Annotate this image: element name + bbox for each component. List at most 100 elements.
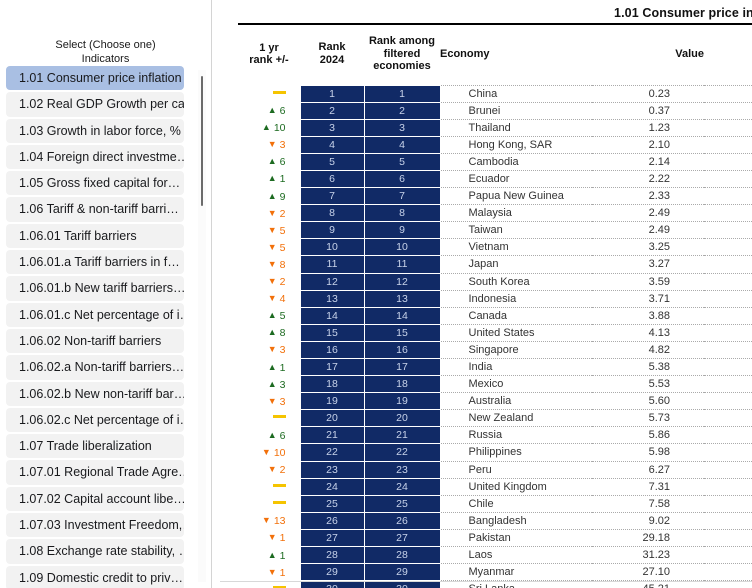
table-row[interactable]: ▼31919Australia5.6080.94 xyxy=(238,392,752,411)
rank-filtered-cell: 14 xyxy=(363,306,441,325)
page-title: 1.01 Consumer price inflation xyxy=(614,6,752,20)
table-row[interactable]: ▼599Taiwan2.4991.96 xyxy=(238,221,752,240)
column-header-rank-filtered[interactable]: Rank among filtered economies xyxy=(364,25,440,85)
table-row[interactable]: ▲655Cambodia2.1493.20 xyxy=(238,152,752,171)
table-row[interactable]: ▲622Brunei0.3799.50 xyxy=(238,101,752,120)
sidebar-item-0[interactable]: 1.01 Consumer price inflation xyxy=(6,66,184,91)
column-header-rank-change[interactable]: 1 yr rank +/- xyxy=(238,25,300,85)
column-header-rank-2024[interactable]: Rank 2024 xyxy=(300,25,364,85)
table-row[interactable]: ▼132626Bangladesh9.0268.80 xyxy=(238,511,752,530)
sidebar-item-12[interactable]: 1.06.02.b New non-tariff bar… xyxy=(6,381,184,406)
col-rank-line2: 2024 xyxy=(319,53,345,66)
col-rank-line1: Rank xyxy=(318,41,346,54)
rank-unchanged-icon xyxy=(272,483,286,487)
rank-2024-cell: 22 xyxy=(299,443,365,462)
rank-change-value: 3 xyxy=(279,378,286,391)
rank-change-cell xyxy=(238,478,300,495)
economy-cell: India xyxy=(440,357,592,377)
rank-filtered-cell: 12 xyxy=(363,272,441,291)
table-row[interactable]: ▲1033Thailand1.2396.45 xyxy=(238,118,752,137)
rank-change-value: 3 xyxy=(279,395,286,408)
sidebar-item-13[interactable]: 1.06.02.c Net percentage of i… xyxy=(6,407,184,433)
table-row[interactable]: ▼41313Indonesia3.7187.63 xyxy=(238,289,752,308)
table-row[interactable]: ▼344Hong Kong, SAR2.1093.36 xyxy=(238,135,752,154)
table-row[interactable]: ▼102222Philippines5.9879.58 xyxy=(238,443,752,462)
rank-filtered-cell: 18 xyxy=(363,375,441,394)
column-header-score[interactable]: Score xyxy=(704,25,752,85)
rank-change-value: 9 xyxy=(279,190,286,203)
table-row[interactable]: ▼12929Myanmar27.104.58 xyxy=(238,563,752,582)
score-cell: 73.88 xyxy=(704,494,752,513)
column-header-value[interactable]: Value xyxy=(592,25,704,85)
rank-filtered-cell: 7 xyxy=(363,187,441,206)
value-cell: 7.58 xyxy=(592,494,704,513)
value-cell: 1.23 xyxy=(592,118,704,137)
table-row[interactable]: ▼12727Pakistan29.185.55 xyxy=(238,528,752,548)
rank-up-arrow-icon: ▲ xyxy=(261,122,271,133)
table-row[interactable]: ▼288Malaysia2.4991.97 xyxy=(238,204,752,223)
column-header-economy[interactable]: Economy xyxy=(440,25,592,85)
rank-2024-cell: 29 xyxy=(299,563,365,582)
rank-2024-cell: 11 xyxy=(299,255,365,274)
table-row[interactable]: ▲11717India5.3881.72 xyxy=(238,357,752,377)
sidebar-item-3[interactable]: 1.04 Foreign direct investme… xyxy=(6,144,184,170)
table-row[interactable]: ▼51010Vietnam3.2589.26 xyxy=(238,238,752,257)
rank-change-cell: ▼ 2 xyxy=(238,205,300,222)
value-cell: 5.98 xyxy=(592,443,704,462)
rank-up-arrow-icon: ▲ xyxy=(267,361,277,372)
rank-up-arrow-icon: ▲ xyxy=(267,310,277,321)
rank-change-cell: ▼ 3 xyxy=(238,136,300,153)
sidebar-item-10[interactable]: 1.06.02 Non-tariff barriers xyxy=(6,328,184,354)
rank-change-cell: ▼ 2 xyxy=(238,461,300,478)
table-row[interactable]: ▼22323Peru6.2778.55 xyxy=(238,460,752,479)
rank-filtered-cell: 24 xyxy=(363,477,441,496)
sidebar-item-11[interactable]: 1.06.02.a Non-tariff barriers… xyxy=(6,355,184,380)
table-row[interactable]: ▲166Ecuador2.2292.94 xyxy=(238,169,752,189)
sidebar-item-6[interactable]: 1.06.01 Tariff barriers xyxy=(6,223,184,249)
table-row[interactable]: ▲62121Russia5.8680.01 xyxy=(238,426,752,445)
rank-change-value: 10 xyxy=(273,122,286,135)
table-row[interactable]: ▼81111Japan3.2789.21 xyxy=(238,255,752,274)
sidebar-item-16[interactable]: 1.07.02 Capital account libe… xyxy=(6,486,184,512)
sidebar-item-4[interactable]: 1.05 Gross fixed capital for… xyxy=(6,171,184,196)
economy-cell: Russia xyxy=(440,426,592,445)
table-row[interactable]: 11China0.23100.00 xyxy=(238,84,752,103)
economy-cell: South Korea xyxy=(440,272,592,291)
value-cell: 0.23 xyxy=(592,84,704,103)
sidebar-item-19[interactable]: 1.09 Domestic credit to priv… xyxy=(6,565,184,588)
table-row[interactable]: ▲31818Mexico5.5381.19 xyxy=(238,375,752,394)
score-cell: 79.58 xyxy=(704,443,752,462)
sidebar-item-14[interactable]: 1.07 Trade liberalization xyxy=(6,434,184,459)
sidebar-item-18[interactable]: 1.08 Exchange rate stability, … xyxy=(6,539,184,564)
table-row[interactable]: 2424United Kingdom7.3174.87 xyxy=(238,477,752,496)
sidebar-scrollbar-thumb[interactable] xyxy=(201,76,203,206)
sidebar-item-8[interactable]: 1.06.01.b New tariff barriers… xyxy=(6,276,184,301)
rank-filtered-cell: 16 xyxy=(363,340,441,360)
rank-up-arrow-icon: ▲ xyxy=(267,378,277,389)
table-row[interactable]: 2020New Zealand5.7380.45 xyxy=(238,409,752,428)
sidebar-item-2[interactable]: 1.03 Growth in labor force, % xyxy=(6,118,184,143)
value-cell: 5.53 xyxy=(592,375,704,394)
score-cell: 81.72 xyxy=(704,357,752,377)
table-row[interactable]: ▲977Papua New Guinea2.3392.54 xyxy=(238,187,752,206)
table-row[interactable]: ▲81515United States4.1386.15 xyxy=(238,323,752,342)
rank-2024-cell: 24 xyxy=(299,477,365,496)
table-row[interactable]: ▼21212South Korea3.5988.05 xyxy=(238,272,752,291)
rank-change-cell: ▲ 6 xyxy=(238,427,300,444)
economy-cell: Taiwan xyxy=(440,221,592,240)
sidebar-item-17[interactable]: 1.07.03 Investment Freedom,… xyxy=(6,513,184,538)
rank-down-arrow-icon: ▼ xyxy=(267,395,277,406)
table-row[interactable]: ▲12828Laos31.235.33 xyxy=(238,546,752,565)
sidebar-item-15[interactable]: 1.07.01 Regional Trade Agre… xyxy=(6,460,184,485)
sidebar-item-7[interactable]: 1.06.01.a Tariff barriers in f… xyxy=(6,250,184,275)
sidebar-item-9[interactable]: 1.06.01.c Net percentage of i… xyxy=(6,302,184,327)
table-row[interactable]: ▼31616Singapore4.8283.69 xyxy=(238,340,752,360)
table-row[interactable]: ▲51414Canada3.8887.04 xyxy=(238,306,752,325)
sidebar-item-5[interactable]: 1.06 Tariff & non-tariff barri… xyxy=(6,197,184,222)
rank-2024-cell: 28 xyxy=(299,546,365,565)
sidebar-header-line1: Select (Choose one) xyxy=(55,39,156,51)
rank-2024-cell: 27 xyxy=(299,528,365,548)
sidebar-item-1[interactable]: 1.02 Real GDP Growth per ca… xyxy=(6,92,184,117)
table-row[interactable]: 2525Chile7.5873.88 xyxy=(238,494,752,513)
rank-2024-cell: 14 xyxy=(299,306,365,325)
